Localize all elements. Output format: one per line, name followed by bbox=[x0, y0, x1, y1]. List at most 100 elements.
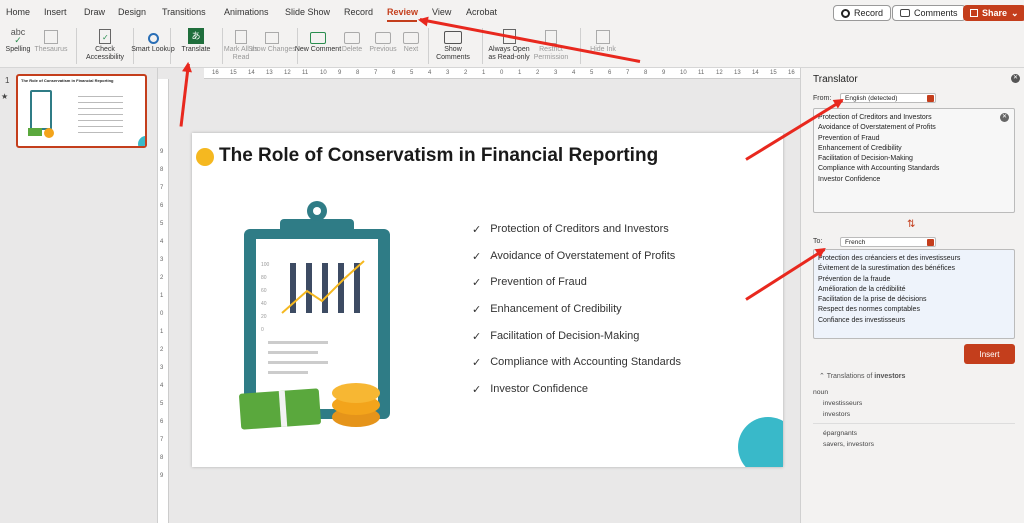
show-changes-button[interactable]: Show Changes bbox=[248, 24, 296, 54]
translated-text-box[interactable]: Protection des créanciers et des investi… bbox=[813, 249, 1015, 339]
chevron-updown-icon bbox=[927, 239, 934, 246]
ribbon: abc ✓ Spelling Thesaurus ✓ Check Accessibil… bbox=[0, 24, 1024, 68]
tab-review[interactable]: Review bbox=[387, 7, 418, 17]
ruler-tick-label: 10 bbox=[320, 70, 327, 76]
check-accessibility-label: Check Accessibility bbox=[85, 46, 125, 61]
ruler-tick-label: 6 bbox=[392, 70, 396, 76]
show-changes-label: Show Changes bbox=[248, 46, 296, 53]
tab-insert[interactable]: Insert bbox=[44, 7, 67, 17]
ruler-tick-label: 5 bbox=[590, 70, 594, 76]
translated-line: Protection des créanciers et des investi… bbox=[818, 255, 961, 262]
decorative-circle bbox=[738, 417, 783, 467]
record-button[interactable]: Record bbox=[833, 5, 892, 21]
check-icon: ✓ bbox=[472, 304, 482, 317]
translations-header[interactable]: ⌃ Translations of investors bbox=[819, 372, 905, 380]
ruler-tick-label: 7 bbox=[374, 70, 378, 76]
bullet-item: ✓ Investor Confidence bbox=[472, 383, 681, 410]
ruler-tick-label: 14 bbox=[248, 70, 255, 76]
share-button[interactable]: Share ⌄ bbox=[963, 5, 1024, 21]
ruler-tick-label: 10 bbox=[680, 70, 687, 76]
close-pane-icon[interactable]: ✕ bbox=[1011, 74, 1020, 83]
tab-home[interactable]: Home bbox=[6, 7, 30, 17]
ruler-tick-label: 1 bbox=[160, 329, 164, 335]
ruler-tick-label: 9 bbox=[662, 70, 666, 76]
ruler-tick-label: 8 bbox=[160, 455, 164, 461]
ruler-tick-label: 3 bbox=[446, 70, 450, 76]
tab-acrobat[interactable]: Acrobat bbox=[466, 7, 497, 17]
ruler-tick-label: 4 bbox=[160, 383, 164, 389]
comments-button[interactable]: Comments bbox=[892, 5, 966, 21]
comment-icon bbox=[900, 9, 910, 17]
swap-languages-icon[interactable]: ⇅ bbox=[907, 219, 915, 230]
check-icon: ✓ bbox=[472, 224, 482, 236]
vertical-ruler: 9 8 7 6 5 4 3 2 1 0 1 2 3 4 5 6 7 8 9 bbox=[158, 79, 169, 523]
tab-draw[interactable]: Draw bbox=[84, 7, 105, 17]
translate-button[interactable]: あ Translate bbox=[172, 24, 220, 54]
chevron-down-icon: ⌄ bbox=[1011, 7, 1019, 18]
record-icon bbox=[841, 8, 850, 18]
bullet-text: Avoidance of Overstatement of Profits bbox=[490, 249, 676, 262]
translated-line: Évitement de la surestimation des bénéfi… bbox=[818, 265, 955, 273]
ruler-tick-label: 9 bbox=[338, 70, 342, 76]
ruler-tick-label: 4 bbox=[428, 70, 432, 76]
ruler-tick-label: 15 bbox=[770, 70, 777, 76]
thumbnail-title: The Role of Conservatism in Financial Re… bbox=[21, 78, 114, 83]
chart-axis-label: 100 bbox=[261, 262, 270, 268]
slide-editor: 16 15 14 13 12 11 10 9 8 7 6 5 4 3 2 1 0 1 2 3 4 5 6 7 8 9 10 11 12 1… bbox=[158, 68, 800, 523]
tab-record[interactable]: Record bbox=[344, 7, 373, 17]
tab-design[interactable]: Design bbox=[118, 7, 146, 17]
thesaurus-button[interactable]: Thesaurus bbox=[27, 24, 75, 54]
translate-label: Translate bbox=[181, 46, 211, 53]
divider bbox=[813, 423, 1015, 424]
translator-title: Translator bbox=[813, 74, 858, 85]
ruler-tick-label: 8 bbox=[160, 167, 164, 173]
check-accessibility-button[interactable]: ✓ Check Accessibility bbox=[81, 24, 129, 62]
hide-ink-icon bbox=[579, 24, 627, 44]
translated-line: Respect des normes comptables bbox=[818, 306, 920, 314]
clear-text-icon[interactable]: ✕ bbox=[1000, 113, 1009, 122]
coin bbox=[332, 383, 380, 403]
tab-transitions[interactable]: Transitions bbox=[162, 7, 206, 17]
bullet-text: Compliance with Accounting Standards bbox=[490, 356, 681, 369]
ruler-tick-label: 1 bbox=[482, 70, 486, 76]
insert-button[interactable]: Insert bbox=[964, 344, 1015, 364]
part-of-speech: noun bbox=[813, 389, 829, 396]
thumbnail-circle bbox=[138, 136, 145, 146]
text-line bbox=[268, 341, 328, 344]
ruler-tick-label: 5 bbox=[410, 70, 414, 76]
slide-canvas[interactable]: The Role of Conservatism in Financial Re… bbox=[192, 133, 783, 467]
ruler-tick-label: 1 bbox=[518, 70, 522, 76]
ruler-tick-label: 5 bbox=[160, 221, 164, 227]
slide-thumbnail[interactable]: The Role of Conservatism in Financial Re… bbox=[16, 74, 147, 148]
check-icon: ✓ bbox=[472, 357, 482, 370]
check-icon: ✓ bbox=[472, 250, 482, 263]
ruler-tick-label: 5 bbox=[160, 401, 164, 407]
ruler-tick-label: 4 bbox=[160, 239, 164, 245]
slide-title[interactable]: The Role of Conservatism in Financial Re… bbox=[219, 145, 658, 167]
bullet-text: Protection of Creditors and Investors bbox=[490, 223, 669, 235]
source-text-box[interactable]: Protection of Creditors and Investors Av… bbox=[813, 108, 1015, 213]
thumbnail-coins bbox=[44, 128, 54, 138]
translation-word: investisseurs bbox=[823, 400, 863, 407]
from-language-select[interactable]: English (detected) bbox=[840, 93, 936, 103]
slide-number: 1 bbox=[5, 76, 10, 85]
chart-axis-label: 0 bbox=[261, 327, 264, 333]
ruler-tick-label: 2 bbox=[160, 347, 164, 353]
tab-animations[interactable]: Animations bbox=[224, 7, 269, 17]
chart-bar bbox=[322, 263, 328, 313]
translation-word: épargnants bbox=[823, 430, 858, 437]
slide-bullet-list[interactable]: ✓ Protection of Creditors and Investors ✓… bbox=[472, 223, 681, 410]
ruler-tick-label: 2 bbox=[464, 70, 468, 76]
share-label: Share bbox=[982, 8, 1008, 18]
to-language-select[interactable]: French bbox=[840, 237, 936, 247]
ruler-tick-label: 7 bbox=[160, 185, 164, 191]
tab-view[interactable]: View bbox=[432, 7, 451, 17]
comments-label: Comments bbox=[914, 8, 958, 18]
text-line bbox=[268, 371, 308, 374]
changes-icon bbox=[248, 24, 296, 44]
accessibility-icon: ✓ bbox=[81, 24, 129, 44]
tab-slide-show[interactable]: Slide Show bbox=[285, 7, 330, 17]
ruler-tick-label: 1 bbox=[160, 293, 164, 299]
ruler-tick-label: 6 bbox=[160, 419, 164, 425]
ruler-tick-label: 0 bbox=[160, 311, 164, 317]
